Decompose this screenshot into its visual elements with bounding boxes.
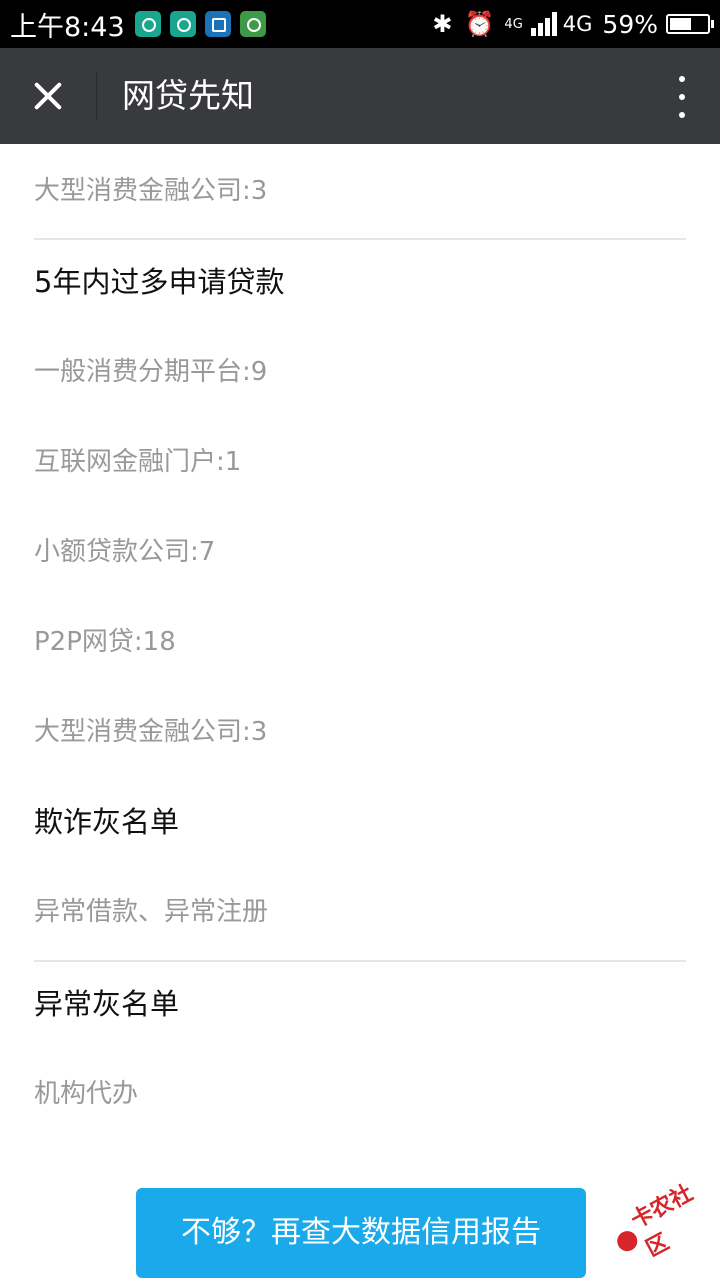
list-item: 小额贷款公司:7 xyxy=(34,537,216,567)
app-icon xyxy=(134,11,161,37)
list-item: P2P网贷:18 xyxy=(34,627,176,657)
list-item: 一般消费分期平台:9 xyxy=(34,357,268,387)
page-title: 网贷先知 xyxy=(122,76,254,115)
list-item: 异常借款、异常注册 xyxy=(34,897,269,927)
section-heading-fraud: 欺诈灰名单 xyxy=(34,805,180,839)
network-label: 4G xyxy=(562,12,593,36)
list-item: 大型消费金融公司:3 xyxy=(34,717,268,747)
title-divider xyxy=(96,72,97,120)
section-divider xyxy=(34,238,686,240)
list-item: 互联网金融门户:1 xyxy=(34,447,242,477)
list-item: 机构代办 xyxy=(34,1079,139,1109)
scan-icon xyxy=(204,11,231,37)
watermark-icon xyxy=(613,1227,641,1255)
battery-percent: 59% xyxy=(602,9,658,39)
more-vertical-icon[interactable] xyxy=(670,74,694,120)
signal-icon xyxy=(530,12,559,36)
alarm-icon: ⏰ xyxy=(464,10,495,38)
app-icon xyxy=(169,11,196,37)
section-heading-abnormal: 异常灰名单 xyxy=(34,987,180,1021)
network-small-label: 4G xyxy=(504,16,523,32)
section-heading-loans: 5年内过多申请贷款 xyxy=(34,265,285,299)
list-item: 大型消费金融公司:3 xyxy=(34,176,268,206)
battery-icon xyxy=(666,14,714,34)
bluetooth-icon: ✱ xyxy=(432,10,453,38)
watermark-text: 卡农社区 xyxy=(627,1180,698,1263)
status-bar: 上午8:43 ✱ ⏰ 4G 4G 59% xyxy=(0,0,720,48)
section-divider xyxy=(34,960,686,962)
title-bar: 网贷先知 xyxy=(0,48,720,144)
status-time: 上午8:43 xyxy=(10,11,125,43)
credit-report-button[interactable]: 不够？再查大数据信用报告 xyxy=(136,1188,586,1278)
watermark-logo: 卡农社区 xyxy=(609,1177,720,1264)
close-icon[interactable] xyxy=(18,66,78,126)
wifi-hotspot-icon xyxy=(239,11,266,37)
status-right-group: ✱ ⏰ 4G 4G 59% xyxy=(420,9,714,39)
